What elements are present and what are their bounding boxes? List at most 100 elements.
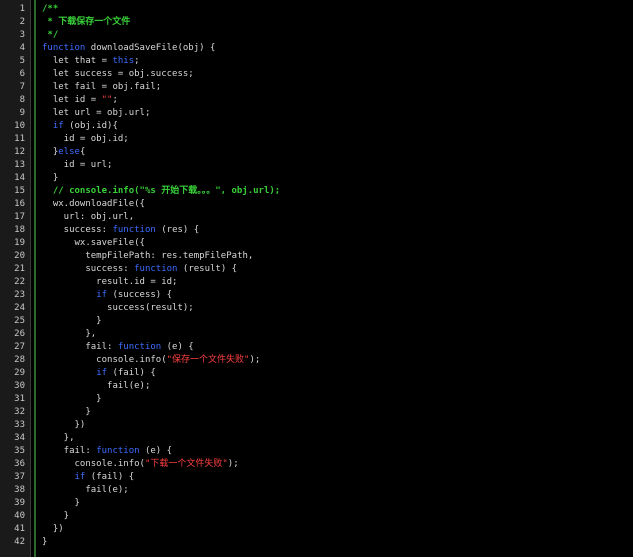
code-line[interactable]: 9 let url = obj.url;	[0, 107, 633, 120]
code-text[interactable]: let that = this;	[42, 55, 140, 68]
code-text[interactable]: })	[42, 523, 64, 536]
keyword-token: if	[96, 368, 108, 378]
code-line[interactable]: 38 fail(e);	[0, 484, 633, 497]
code-line[interactable]: 22 result.id = id;	[0, 276, 633, 289]
code-text[interactable]: console.info("下载一个文件失败");	[42, 458, 239, 471]
code-token: console.info(	[42, 459, 145, 469]
code-line[interactable]: 27 fail: function (e) {	[0, 341, 633, 354]
string-token: ""	[101, 95, 113, 105]
code-line[interactable]: 20 tempFilePath: res.tempFilePath,	[0, 250, 633, 263]
code-text[interactable]: * 下载保存一个文件	[42, 16, 130, 29]
code-text[interactable]: if (obj.id){	[42, 120, 118, 133]
code-text[interactable]: fail(e);	[42, 484, 128, 497]
line-number: 1	[19, 4, 25, 14]
code-text[interactable]: result.id = id;	[42, 276, 177, 289]
code-line[interactable]: 4 function downloadSaveFile(obj) {	[0, 42, 633, 55]
code-line[interactable]: 16 wx.downloadFile({	[0, 198, 633, 211]
code-line[interactable]: 36 console.info("下载一个文件失败");	[0, 458, 633, 471]
code-text[interactable]: },	[42, 328, 96, 341]
code-line[interactable]: 11 id = obj.id;	[0, 133, 633, 146]
code-text[interactable]: fail(e);	[42, 380, 150, 393]
code-text[interactable]: fail: function (e) {	[42, 445, 172, 458]
code-line[interactable]: 21 success: function (result) {	[0, 263, 633, 276]
code-text[interactable]: success(result);	[42, 302, 194, 315]
code-text[interactable]: wx.saveFile({	[42, 237, 145, 250]
code-text[interactable]: console.info("保存一个文件失败");	[42, 354, 260, 367]
code-text[interactable]: }else{	[42, 146, 86, 159]
code-token: id = obj.id;	[42, 134, 129, 144]
code-text[interactable]: let url = obj.url;	[42, 107, 151, 120]
code-text[interactable]: }	[42, 510, 69, 523]
code-text[interactable]: }	[42, 406, 90, 419]
code-text[interactable]: url: obj.url,	[42, 211, 134, 224]
code-line[interactable]: 33 })	[0, 419, 633, 432]
keyword-token: if	[96, 290, 108, 300]
code-text[interactable]: if (success) {	[42, 289, 172, 302]
code-line[interactable]: 7 let fail = obj.fail;	[0, 81, 633, 94]
code-token: }	[42, 173, 59, 183]
code-line[interactable]: 18 success: function (res) {	[0, 224, 633, 237]
code-lines[interactable]: 1 /** 2 * 下载保存一个文件 3 */4 function downloadSa…	[0, 3, 633, 549]
code-text[interactable]: fail: function (e) {	[42, 341, 193, 354]
comment-token: */	[42, 30, 59, 40]
code-text[interactable]: }	[42, 497, 80, 510]
code-text[interactable]: success: function (result) {	[42, 263, 237, 276]
code-token: (res) {	[155, 225, 200, 235]
code-text[interactable]: let id = "";	[42, 94, 118, 107]
code-line[interactable]: 28 console.info("保存一个文件失败");	[0, 354, 633, 367]
code-line[interactable]: 35 fail: function (e) {	[0, 445, 633, 458]
code-line[interactable]: 23 if (success) {	[0, 289, 633, 302]
code-line[interactable]: 14 }	[0, 172, 633, 185]
code-line[interactable]: 13 id = url;	[0, 159, 633, 172]
code-text[interactable]: success: function (res) {	[42, 224, 200, 237]
code-text[interactable]: let fail = obj.fail;	[42, 81, 161, 94]
code-line[interactable]: 42}	[0, 536, 633, 549]
code-text[interactable]: id = url;	[42, 159, 113, 172]
code-line[interactable]: 3 */	[0, 29, 633, 42]
code-line[interactable]: 17 url: obj.url,	[0, 211, 633, 224]
code-line[interactable]: 31 }	[0, 393, 633, 406]
code-text[interactable]: let success = obj.success;	[42, 68, 194, 81]
code-line[interactable]: 40 }	[0, 510, 633, 523]
code-text[interactable]: // console.info("%s 开始下载。。。", obj.url);	[42, 185, 280, 198]
code-text[interactable]: if (fail) {	[42, 367, 156, 380]
code-line[interactable]: 19 wx.saveFile({	[0, 237, 633, 250]
code-text[interactable]: if (fail) {	[42, 471, 135, 484]
code-line[interactable]: 15 // console.info("%s 开始下载。。。", obj.url…	[0, 185, 633, 198]
code-line[interactable]: 30 fail(e);	[0, 380, 633, 393]
line-number: 29	[14, 368, 25, 378]
code-line[interactable]: 39 }	[0, 497, 633, 510]
code-line[interactable]: 5 let that = this;	[0, 55, 633, 68]
code-text[interactable]: wx.downloadFile({	[42, 198, 145, 211]
code-line[interactable]: 25 }	[0, 315, 633, 328]
code-text[interactable]: /**	[42, 3, 58, 16]
code-line[interactable]: 34 },	[0, 432, 633, 445]
code-text[interactable]: }	[42, 393, 101, 406]
code-line[interactable]: 10 if (obj.id){	[0, 120, 633, 133]
code-line[interactable]: 6 let success = obj.success;	[0, 68, 633, 81]
code-text[interactable]: }	[42, 315, 101, 328]
code-line[interactable]: 26 },	[0, 328, 633, 341]
code-line[interactable]: 2 * 下载保存一个文件	[0, 16, 633, 29]
code-line[interactable]: 1 /**	[0, 3, 633, 16]
code-line[interactable]: 37 if (fail) {	[0, 471, 633, 484]
code-line[interactable]: 24 success(result);	[0, 302, 633, 315]
code-line[interactable]: 8 let id = "";	[0, 94, 633, 107]
code-line[interactable]: 12 }else{	[0, 146, 633, 159]
code-text[interactable]: tempFilePath: res.tempFilePath,	[42, 250, 253, 263]
code-text[interactable]: function downloadSaveFile(obj) {	[42, 42, 215, 55]
code-text[interactable]: }	[42, 536, 47, 549]
line-number: 32	[14, 407, 25, 417]
code-editor[interactable]: 1 /** 2 * 下载保存一个文件 3 */4 function downloadSa…	[0, 0, 633, 557]
code-line[interactable]: 29 if (fail) {	[0, 367, 633, 380]
code-line[interactable]: 32 }	[0, 406, 633, 419]
code-text[interactable]: */	[42, 29, 58, 42]
code-text[interactable]: }	[42, 172, 58, 185]
code-text[interactable]: },	[42, 432, 75, 445]
code-text[interactable]: })	[42, 419, 86, 432]
code-text[interactable]: id = obj.id;	[42, 133, 129, 146]
code-token: }	[42, 537, 48, 547]
code-line[interactable]: 41 })	[0, 523, 633, 536]
line-number: 20	[14, 251, 25, 261]
code-token: );	[249, 355, 261, 365]
